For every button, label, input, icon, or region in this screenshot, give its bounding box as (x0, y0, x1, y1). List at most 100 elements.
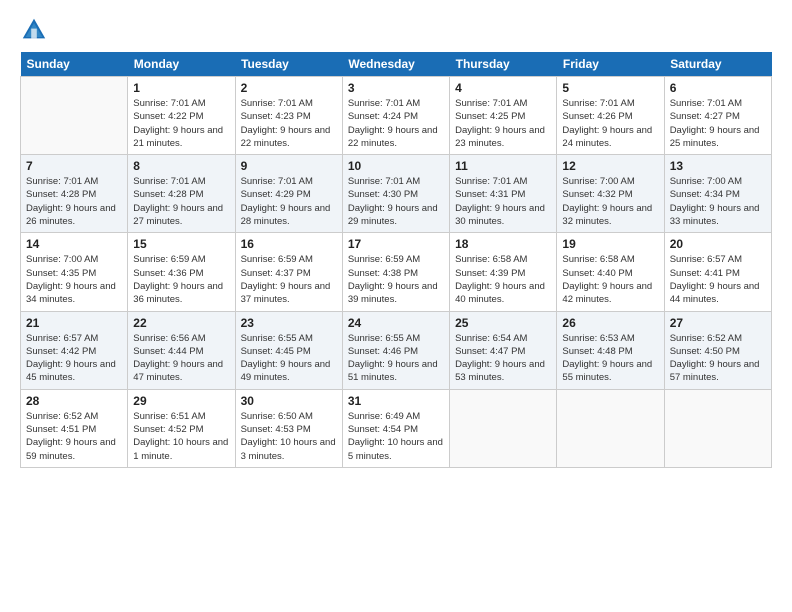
col-friday: Friday (557, 52, 664, 77)
day-info: Sunrise: 7:00 AMSunset: 4:34 PMDaylight:… (670, 175, 766, 228)
table-row: 27 Sunrise: 6:52 AMSunset: 4:50 PMDayligh… (664, 311, 771, 389)
calendar-week-row: 7 Sunrise: 7:01 AMSunset: 4:28 PMDaylight… (21, 155, 772, 233)
day-number: 8 (133, 159, 229, 173)
calendar-week-row: 28 Sunrise: 6:52 AMSunset: 4:51 PMDayligh… (21, 389, 772, 467)
day-number: 7 (26, 159, 122, 173)
day-info: Sunrise: 7:01 AMSunset: 4:31 PMDaylight:… (455, 175, 551, 228)
table-row: 13Sunrise: 7:00 AMSunset: 4:34 PMDayligh… (664, 155, 771, 233)
day-info: Sunrise: 6:52 AMSunset: 4:50 PMDaylight:… (670, 332, 766, 385)
table-row: 3 Sunrise: 7:01 AMSunset: 4:24 PMDaylight… (342, 77, 449, 155)
day-info: Sunrise: 7:01 AMSunset: 4:27 PMDaylight:… (670, 97, 766, 150)
day-number: 28 (26, 394, 122, 408)
day-info: Sunrise: 6:57 AMSunset: 4:41 PMDaylight:… (670, 253, 766, 306)
day-number: 3 (348, 81, 444, 95)
calendar-week-row: 14 Sunrise: 7:00 AMSunset: 4:35 PMDayligh… (21, 233, 772, 311)
table-row: 24 Sunrise: 6:55 AMSunset: 4:46 PMDayligh… (342, 311, 449, 389)
table-row (450, 389, 557, 467)
day-info: Sunrise: 6:55 AMSunset: 4:46 PMDaylight:… (348, 332, 444, 385)
calendar-header-row: Sunday Monday Tuesday Wednesday Thursday… (21, 52, 772, 77)
table-row: 1 Sunrise: 7:01 AMSunset: 4:22 PMDaylight… (128, 77, 235, 155)
table-row: 2 Sunrise: 7:01 AMSunset: 4:23 PMDaylight… (235, 77, 342, 155)
day-info: Sunrise: 6:55 AMSunset: 4:45 PMDaylight:… (241, 332, 337, 385)
table-row: 12 Sunrise: 7:00 AMSunset: 4:32 PMDayligh… (557, 155, 664, 233)
page: Sunday Monday Tuesday Wednesday Thursday… (0, 0, 792, 612)
day-info: Sunrise: 6:57 AMSunset: 4:42 PMDaylight:… (26, 332, 122, 385)
day-number: 18 (455, 237, 551, 251)
col-wednesday: Wednesday (342, 52, 449, 77)
day-info: Sunrise: 7:01 AMSunset: 4:28 PMDaylight:… (26, 175, 122, 228)
day-info: Sunrise: 7:01 AMSunset: 4:23 PMDaylight:… (241, 97, 337, 150)
day-number: 17 (348, 237, 444, 251)
table-row: 26Sunrise: 6:53 AMSunset: 4:48 PMDayligh… (557, 311, 664, 389)
day-info: Sunrise: 7:00 AMSunset: 4:35 PMDaylight:… (26, 253, 122, 306)
day-number: 6 (670, 81, 766, 95)
day-number: 23 (241, 316, 337, 330)
col-saturday: Saturday (664, 52, 771, 77)
table-row: 11 Sunrise: 7:01 AMSunset: 4:31 PMDayligh… (450, 155, 557, 233)
table-row: 25 Sunrise: 6:54 AMSunset: 4:47 PMDayligh… (450, 311, 557, 389)
day-number: 12 (562, 159, 658, 173)
calendar-table: Sunday Monday Tuesday Wednesday Thursday… (20, 52, 772, 468)
table-row: 28 Sunrise: 6:52 AMSunset: 4:51 PMDayligh… (21, 389, 128, 467)
day-number: 31 (348, 394, 444, 408)
table-row: 23 Sunrise: 6:55 AMSunset: 4:45 PMDayligh… (235, 311, 342, 389)
day-info: Sunrise: 6:52 AMSunset: 4:51 PMDaylight:… (26, 410, 122, 463)
day-info: Sunrise: 6:51 AMSunset: 4:52 PMDaylight:… (133, 410, 229, 463)
logo (20, 16, 52, 44)
day-info: Sunrise: 6:49 AMSunset: 4:54 PMDaylight:… (348, 410, 444, 463)
table-row: 31 Sunrise: 6:49 AMSunset: 4:54 PMDayligh… (342, 389, 449, 467)
day-number: 24 (348, 316, 444, 330)
day-info: Sunrise: 6:56 AMSunset: 4:44 PMDaylight:… (133, 332, 229, 385)
col-tuesday: Tuesday (235, 52, 342, 77)
table-row: 8 Sunrise: 7:01 AMSunset: 4:28 PMDaylight… (128, 155, 235, 233)
table-row: 17 Sunrise: 6:59 AMSunset: 4:38 PMDayligh… (342, 233, 449, 311)
day-info: Sunrise: 6:53 AMSunset: 4:48 PMDaylight:… (562, 332, 658, 385)
table-row: 6 Sunrise: 7:01 AMSunset: 4:27 PMDaylight… (664, 77, 771, 155)
table-row: 18 Sunrise: 6:58 AMSunset: 4:39 PMDayligh… (450, 233, 557, 311)
day-number: 1 (133, 81, 229, 95)
table-row: 10Sunrise: 7:01 AMSunset: 4:30 PMDayligh… (342, 155, 449, 233)
day-number: 15 (133, 237, 229, 251)
col-sunday: Sunday (21, 52, 128, 77)
day-number: 2 (241, 81, 337, 95)
day-info: Sunrise: 7:01 AMSunset: 4:28 PMDaylight:… (133, 175, 229, 228)
header (20, 16, 772, 44)
day-number: 14 (26, 237, 122, 251)
day-info: Sunrise: 6:54 AMSunset: 4:47 PMDaylight:… (455, 332, 551, 385)
table-row: 14 Sunrise: 7:00 AMSunset: 4:35 PMDayligh… (21, 233, 128, 311)
day-info: Sunrise: 6:59 AMSunset: 4:37 PMDaylight:… (241, 253, 337, 306)
day-number: 9 (241, 159, 337, 173)
day-number: 4 (455, 81, 551, 95)
table-row: 19Sunrise: 6:58 AMSunset: 4:40 PMDayligh… (557, 233, 664, 311)
table-row: 15 Sunrise: 6:59 AMSunset: 4:36 PMDayligh… (128, 233, 235, 311)
table-row: 16Sunrise: 6:59 AMSunset: 4:37 PMDayligh… (235, 233, 342, 311)
table-row: 4 Sunrise: 7:01 AMSunset: 4:25 PMDaylight… (450, 77, 557, 155)
day-info: Sunrise: 7:01 AMSunset: 4:29 PMDaylight:… (241, 175, 337, 228)
day-info: Sunrise: 7:00 AMSunset: 4:32 PMDaylight:… (562, 175, 658, 228)
day-info: Sunrise: 7:01 AMSunset: 4:25 PMDaylight:… (455, 97, 551, 150)
day-number: 11 (455, 159, 551, 173)
day-info: Sunrise: 6:58 AMSunset: 4:39 PMDaylight:… (455, 253, 551, 306)
logo-icon (20, 16, 48, 44)
day-info: Sunrise: 7:01 AMSunset: 4:22 PMDaylight:… (133, 97, 229, 150)
day-number: 22 (133, 316, 229, 330)
table-row: 21Sunrise: 6:57 AMSunset: 4:42 PMDayligh… (21, 311, 128, 389)
day-number: 25 (455, 316, 551, 330)
table-row (21, 77, 128, 155)
table-row (664, 389, 771, 467)
day-info: Sunrise: 7:01 AMSunset: 4:30 PMDaylight:… (348, 175, 444, 228)
table-row: 9 Sunrise: 7:01 AMSunset: 4:29 PMDaylight… (235, 155, 342, 233)
calendar-week-row: 21Sunrise: 6:57 AMSunset: 4:42 PMDayligh… (21, 311, 772, 389)
day-info: Sunrise: 6:59 AMSunset: 4:36 PMDaylight:… (133, 253, 229, 306)
table-row: 20Sunrise: 6:57 AMSunset: 4:41 PMDayligh… (664, 233, 771, 311)
day-number: 30 (241, 394, 337, 408)
day-info: Sunrise: 6:59 AMSunset: 4:38 PMDaylight:… (348, 253, 444, 306)
day-number: 27 (670, 316, 766, 330)
table-row: 29 Sunrise: 6:51 AMSunset: 4:52 PMDayligh… (128, 389, 235, 467)
day-info: Sunrise: 6:50 AMSunset: 4:53 PMDaylight:… (241, 410, 337, 463)
table-row: 30 Sunrise: 6:50 AMSunset: 4:53 PMDayligh… (235, 389, 342, 467)
day-info: Sunrise: 7:01 AMSunset: 4:24 PMDaylight:… (348, 97, 444, 150)
table-row: 5Sunrise: 7:01 AMSunset: 4:26 PMDaylight… (557, 77, 664, 155)
table-row (557, 389, 664, 467)
day-number: 29 (133, 394, 229, 408)
